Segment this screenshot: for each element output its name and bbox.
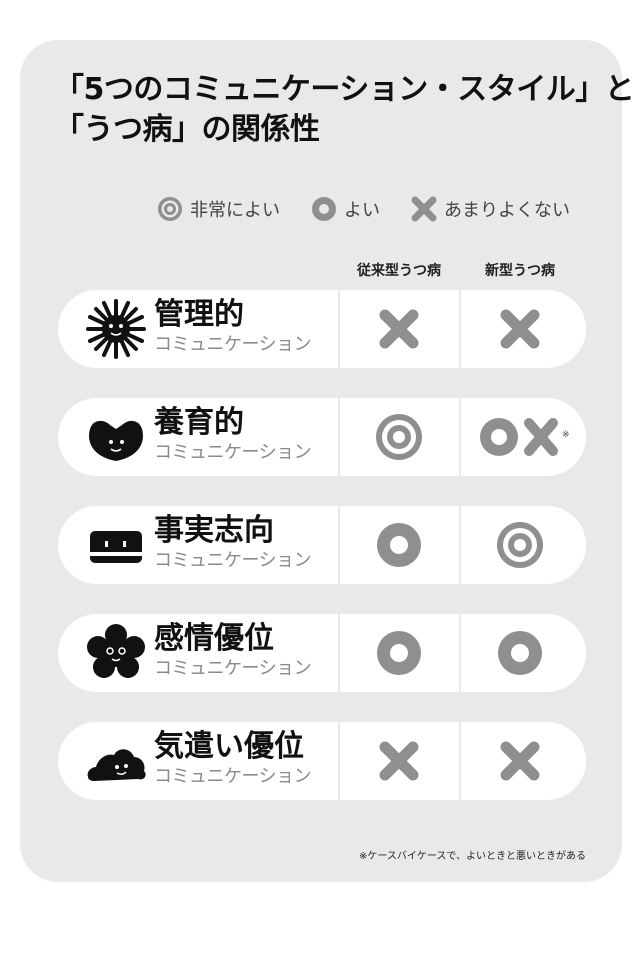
box-face-icon — [90, 531, 142, 563]
style-subtitle: コミュニケーション — [154, 442, 312, 463]
legend-item-excellent: 非常によい — [156, 195, 280, 223]
footnote: ※ケースバイケースで、よいときと悪いときがある — [359, 851, 586, 862]
double-circle-icon — [158, 197, 182, 221]
style-name: 感情優位 — [154, 621, 274, 656]
rating-traditional — [339, 398, 459, 476]
rating-traditional — [339, 614, 459, 692]
heart-face-icon — [89, 420, 143, 461]
style-subtitle: コミュニケーション — [154, 550, 312, 571]
circle-icon — [312, 197, 336, 221]
cross-icon — [500, 741, 540, 781]
column-header-traditional: 従来型うつ病 — [357, 263, 441, 279]
cross-icon — [411, 196, 437, 222]
circle-icon — [498, 631, 542, 675]
double-circle-icon — [376, 414, 422, 460]
style-subtitle: コミュニケーション — [154, 658, 312, 679]
legend: 非常によい よい あまりよくない — [156, 194, 600, 224]
spiky-sun-icon — [86, 299, 146, 359]
cross-icon — [500, 309, 540, 349]
table-row: 事実志向 コミュニケーション — [58, 506, 586, 584]
cross-icon — [379, 741, 419, 781]
table-row: 感情優位 コミュニケーション — [58, 614, 586, 692]
rating-traditional — [339, 506, 459, 584]
style-name: 事実志向 — [154, 513, 274, 548]
rating-new — [460, 506, 580, 584]
legend-item-not-good: あまりよくない — [410, 195, 570, 223]
note-mark: ※ — [562, 430, 570, 440]
style-name: 養育的 — [154, 405, 244, 440]
rating-new — [460, 614, 580, 692]
circle-icon — [377, 523, 421, 567]
cross-icon — [379, 309, 419, 349]
rating-new — [460, 290, 580, 368]
circle-cross-icon — [480, 418, 558, 456]
page-title: 「5つのコミュニケーション・スタイル」と 「うつ病」の関係性 — [54, 70, 635, 150]
style-name: 管理的 — [154, 297, 244, 332]
double-circle-icon — [497, 522, 543, 568]
style-subtitle: コミュニケーション — [154, 766, 312, 787]
circle-icon — [377, 631, 421, 675]
title-line-2: 「うつ病」の関係性 — [54, 112, 320, 147]
style-subtitle: コミュニケーション — [154, 334, 312, 355]
cloud-face-icon — [87, 749, 146, 781]
legend-label: 非常によい — [190, 200, 280, 221]
rating-traditional — [339, 722, 459, 800]
style-name: 気遣い優位 — [154, 729, 304, 764]
flower-face-icon — [87, 624, 145, 678]
legend-label: あまりよくない — [444, 200, 570, 221]
table-row: 管理的 コミュニケーション — [58, 290, 586, 368]
legend-item-good: よい — [310, 195, 380, 223]
rating-traditional — [339, 290, 459, 368]
legend-label: よい — [344, 200, 380, 221]
table-row: 気遣い優位 コミュニケーション — [58, 722, 586, 800]
rating-new — [460, 722, 580, 800]
column-header-new: 新型うつ病 — [485, 263, 555, 279]
table-row: 養育的 コミュニケーション ※ — [58, 398, 586, 476]
title-line-1: 「5つのコミュニケーション・スタイル」と — [54, 72, 635, 107]
